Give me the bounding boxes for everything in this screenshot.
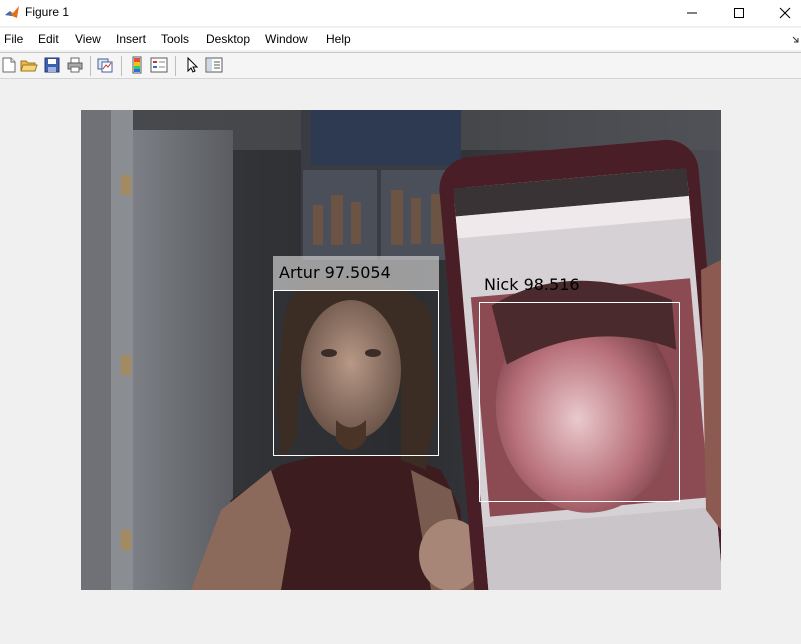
open-file-icon[interactable] bbox=[20, 56, 38, 74]
menu-bar: File Edit View Insert Tools Desktop Wind… bbox=[0, 28, 801, 50]
maximize-button[interactable] bbox=[716, 0, 762, 26]
menu-tools[interactable]: Tools bbox=[161, 32, 189, 46]
menu-window[interactable]: Window bbox=[265, 32, 308, 46]
print-icon[interactable] bbox=[66, 56, 84, 74]
face-label-artur: Artur 97.5054 bbox=[273, 256, 439, 290]
insert-colorbar-icon[interactable] bbox=[128, 56, 146, 74]
menu-insert[interactable]: Insert bbox=[116, 32, 146, 46]
figure-axes[interactable]: Artur 97.5054 Nick 98.516 bbox=[81, 110, 721, 590]
toolbar-divider bbox=[175, 56, 176, 76]
link-plot-icon[interactable] bbox=[96, 56, 114, 74]
minimize-button[interactable] bbox=[669, 0, 715, 26]
close-button[interactable] bbox=[762, 0, 801, 26]
toolbar-divider bbox=[121, 56, 122, 76]
save-icon[interactable] bbox=[43, 56, 61, 74]
minimize-icon bbox=[687, 12, 697, 14]
menu-edit[interactable]: Edit bbox=[38, 32, 59, 46]
menu-help[interactable]: Help bbox=[326, 32, 351, 46]
menu-view[interactable]: View bbox=[75, 32, 101, 46]
menu-file[interactable]: File bbox=[4, 32, 23, 46]
new-figure-icon[interactable] bbox=[0, 56, 18, 74]
dock-arrow-icon[interactable] bbox=[792, 36, 800, 44]
face-label-nick: Nick 98.516 bbox=[484, 275, 580, 294]
menu-desktop[interactable]: Desktop bbox=[206, 32, 250, 46]
maximize-icon bbox=[734, 8, 744, 18]
close-icon bbox=[779, 7, 791, 19]
face-bounding-box-artur bbox=[273, 290, 439, 456]
toolbar-bottom-divider bbox=[0, 78, 801, 79]
toolbar-divider bbox=[90, 56, 91, 76]
matlab-logo-icon bbox=[4, 4, 20, 20]
pointer-icon[interactable] bbox=[183, 56, 201, 74]
insert-legend-icon[interactable] bbox=[150, 56, 168, 74]
property-editor-icon[interactable] bbox=[205, 56, 223, 74]
title-bar: Figure 1 bbox=[0, 0, 801, 26]
window-title: Figure 1 bbox=[25, 5, 70, 19]
face-bounding-box-nick bbox=[479, 302, 680, 502]
